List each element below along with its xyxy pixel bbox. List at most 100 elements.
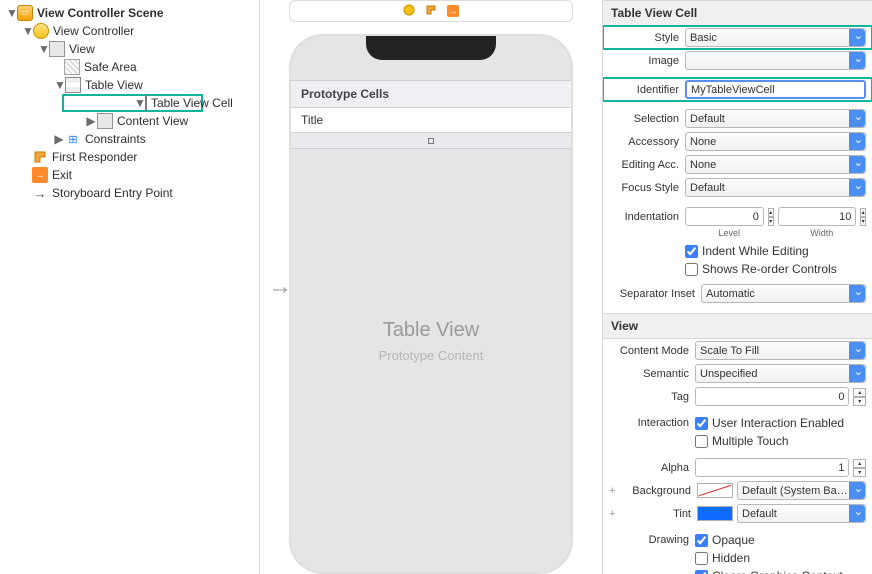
tint-plus-icon[interactable]: + bbox=[609, 508, 619, 520]
sepinset-select[interactable]: Automatic bbox=[701, 284, 866, 303]
disclosure-icon[interactable]: ▶ bbox=[54, 132, 64, 146]
constraints-icon: ⊞ bbox=[65, 131, 81, 147]
selection-label: Selection bbox=[609, 113, 679, 125]
constraints-label[interactable]: Constraints bbox=[85, 132, 146, 146]
alpha-input[interactable] bbox=[695, 458, 849, 477]
clears-label: Clears Graphics Context bbox=[712, 569, 843, 574]
placeholder-title: Table View bbox=[291, 319, 571, 342]
handle-icon bbox=[428, 138, 434, 144]
identifier-row: Identifier bbox=[603, 78, 872, 101]
identifier-input[interactable] bbox=[685, 80, 866, 99]
cell-title-label: Title bbox=[301, 113, 323, 127]
drawing-label: Drawing bbox=[609, 534, 689, 546]
uie-checkbox[interactable] bbox=[695, 417, 708, 430]
firstresponder-dock-icon[interactable] bbox=[425, 4, 437, 19]
sepinset-label: Separator Inset bbox=[609, 288, 695, 300]
image-label: Image bbox=[609, 55, 679, 67]
hidden-label: Hidden bbox=[712, 551, 750, 565]
uie-label: User Interaction Enabled bbox=[712, 416, 844, 430]
focus-label: Focus Style bbox=[609, 182, 679, 194]
tag-label: Tag bbox=[609, 391, 689, 403]
disclosure-icon[interactable]: ▼ bbox=[54, 78, 64, 92]
cell-icon bbox=[145, 95, 147, 111]
reorder-label: Shows Re-order Controls bbox=[702, 262, 837, 276]
tag-stepper[interactable]: ▴▾ bbox=[853, 388, 866, 406]
disclosure-icon[interactable]: ▶ bbox=[86, 114, 96, 128]
contentview-icon bbox=[97, 113, 113, 129]
semantic-select[interactable]: Unspecified bbox=[695, 364, 866, 383]
tableview-label[interactable]: Table View bbox=[85, 78, 143, 92]
accessory-select[interactable]: None bbox=[685, 132, 866, 151]
tint-select[interactable]: Default bbox=[737, 504, 866, 523]
multitouch-checkbox[interactable] bbox=[695, 435, 708, 448]
safearea-icon bbox=[64, 59, 80, 75]
contentmode-select[interactable]: Scale To Fill bbox=[695, 341, 866, 360]
reorder-checkbox[interactable] bbox=[685, 263, 698, 276]
contentview-label[interactable]: Content View bbox=[117, 114, 188, 128]
image-select[interactable] bbox=[685, 51, 866, 70]
bg-select[interactable]: Default (System Ba… bbox=[737, 481, 866, 500]
document-outline[interactable]: ▼▭View Controller Scene ▼View Controller… bbox=[0, 0, 260, 574]
device-notch bbox=[366, 36, 496, 60]
scene-label[interactable]: View Controller Scene bbox=[37, 6, 164, 20]
clears-checkbox[interactable] bbox=[695, 570, 708, 574]
cell-label[interactable]: Table View Cell bbox=[151, 96, 233, 110]
width-stepper[interactable]: ▴▾ bbox=[860, 208, 866, 226]
firstresponder-label[interactable]: First Responder bbox=[52, 150, 137, 164]
disclosure-icon[interactable]: ▼ bbox=[6, 6, 16, 20]
scene-icon: ▭ bbox=[17, 5, 33, 21]
indent-editing-checkbox[interactable] bbox=[685, 245, 698, 258]
accessory-label: Accessory bbox=[609, 136, 679, 148]
viewcontroller-icon bbox=[33, 23, 49, 39]
alpha-label: Alpha bbox=[609, 462, 689, 474]
vc-label[interactable]: View Controller bbox=[53, 24, 134, 38]
tint-swatch[interactable] bbox=[697, 506, 733, 521]
opaque-label: Opaque bbox=[712, 533, 755, 547]
hidden-checkbox[interactable] bbox=[695, 552, 708, 565]
tag-input[interactable] bbox=[695, 387, 849, 406]
vc-dock-icon[interactable] bbox=[403, 4, 415, 19]
bg-swatch[interactable] bbox=[697, 483, 733, 498]
indent-label: Indentation bbox=[609, 211, 679, 223]
view-label[interactable]: View bbox=[69, 42, 95, 56]
tint-label: Tint bbox=[625, 508, 691, 520]
entrypoint-icon: → bbox=[32, 185, 48, 201]
scene-dock[interactable]: → bbox=[289, 0, 573, 22]
tableview-icon bbox=[65, 77, 81, 93]
alpha-stepper[interactable]: ▴▾ bbox=[853, 459, 866, 477]
style-row: Style Basic bbox=[603, 26, 872, 49]
style-label: Style bbox=[609, 32, 679, 44]
opaque-checkbox[interactable] bbox=[695, 534, 708, 547]
focus-select[interactable]: Default bbox=[685, 178, 866, 197]
storyboard-canvas[interactable]: → → Prototype Cells Title Table View Pro… bbox=[260, 0, 602, 574]
attributes-inspector[interactable]: Table View Cell Style Basic Image Identi… bbox=[602, 0, 872, 574]
selection-select[interactable]: Default bbox=[685, 109, 866, 128]
identifier-label: Identifier bbox=[609, 84, 679, 96]
device-preview[interactable]: Prototype Cells Title Table View Prototy… bbox=[289, 34, 573, 574]
entrypoint-label[interactable]: Storyboard Entry Point bbox=[52, 186, 173, 200]
editingacc-label: Editing Acc. bbox=[609, 159, 679, 171]
firstresponder-icon bbox=[32, 149, 48, 165]
placeholder-subtitle: Prototype Content bbox=[291, 348, 571, 363]
contentmode-label: Content Mode bbox=[609, 345, 689, 357]
exit-label[interactable]: Exit bbox=[52, 168, 72, 182]
selection-handle[interactable] bbox=[291, 133, 571, 149]
disclosure-icon[interactable]: ▼ bbox=[134, 96, 144, 110]
editingacc-select[interactable]: None bbox=[685, 155, 866, 174]
exit-icon: → bbox=[32, 167, 48, 183]
disclosure-icon[interactable]: ▼ bbox=[38, 42, 48, 56]
style-select[interactable]: Basic bbox=[685, 28, 866, 47]
section-header-view: View bbox=[603, 313, 872, 339]
level-stepper[interactable]: ▴▾ bbox=[768, 208, 774, 226]
prototype-cell[interactable]: Title bbox=[291, 108, 571, 133]
exit-dock-icon[interactable]: → bbox=[447, 5, 459, 17]
bg-label: Background bbox=[625, 485, 691, 497]
bg-plus-icon[interactable]: + bbox=[609, 485, 619, 497]
indent-editing-label: Indent While Editing bbox=[702, 244, 809, 258]
prototype-header: Prototype Cells bbox=[291, 80, 571, 108]
safearea-label[interactable]: Safe Area bbox=[84, 60, 137, 74]
indent-width-input[interactable] bbox=[778, 207, 857, 226]
disclosure-icon[interactable]: ▼ bbox=[22, 24, 32, 38]
interaction-label: Interaction bbox=[609, 417, 689, 429]
indent-level-input[interactable] bbox=[685, 207, 764, 226]
